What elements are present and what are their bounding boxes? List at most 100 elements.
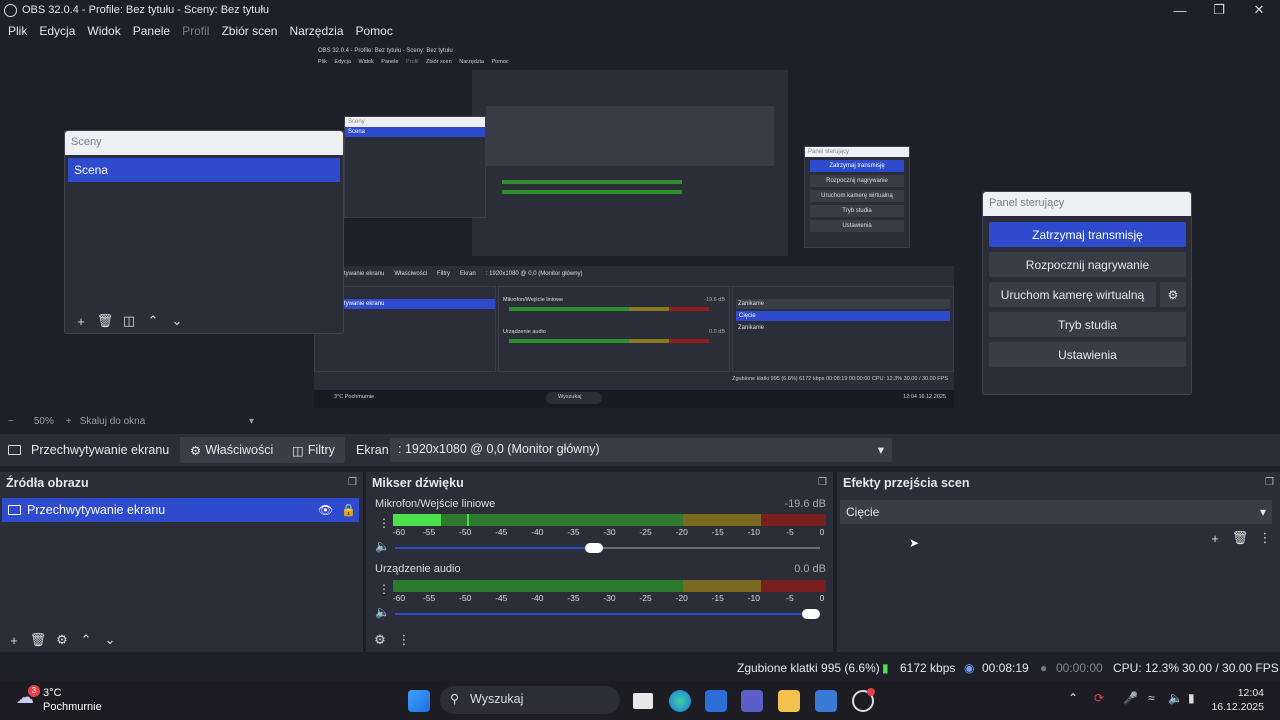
maximize-icon[interactable]: ❐	[1199, 0, 1239, 20]
stop-stream-button: Zatrzymaj transmisję	[989, 222, 1186, 247]
speaker-icon[interactable]: 🔈	[375, 605, 390, 619]
nested-scene-item: Scena	[345, 127, 485, 137]
volume-icon[interactable]: 🔈	[1168, 691, 1183, 705]
menu-edycja[interactable]: Edycja	[39, 24, 75, 38]
meter-tick-label: -60	[392, 527, 406, 537]
add-icon[interactable]: +	[1207, 530, 1223, 546]
source-item[interactable]: Przechwytywanie ekranu 👁 🔒	[2, 498, 359, 522]
signal-bars-icon: ▮	[882, 661, 889, 675]
nested-menu-item: Narzędzia	[459, 59, 484, 65]
menu-widok[interactable]: Widok	[87, 24, 120, 38]
transition-select-value: Cięcie	[846, 505, 880, 519]
nested-menu-item: Edycja	[334, 59, 351, 65]
trash-icon[interactable]: 🗑	[30, 632, 47, 648]
meter-tick-label: -25	[639, 527, 652, 537]
nested-stb-item: Ekran	[460, 271, 476, 277]
scenes-tools: + 🗑 ◫ ⌃ ⌄	[73, 313, 185, 329]
weather-desc[interactable]: Pochmurnie	[43, 701, 102, 713]
taskbar-clock[interactable]: 12:04 16.12.2025	[1211, 686, 1264, 714]
bitrate: 6172 kbps	[900, 661, 956, 675]
menu-narzedzia[interactable]: Narzędzia	[289, 24, 343, 38]
properties-button[interactable]: ⚙ Właściwości	[180, 437, 284, 463]
task-view-icon[interactable]	[633, 693, 653, 709]
taskbar-search[interactable]: ⚲ Wyszukaj	[440, 686, 620, 714]
meter-tick-label: 0	[819, 593, 825, 603]
trash-icon: 🗑	[96, 313, 114, 328]
meter-tick-label: -50	[459, 593, 472, 603]
battery-icon[interactable]: ▮	[1188, 691, 1195, 705]
nested-taskbar: 3°C Pochmurnie Wyszukaj 12:04 16.12.2025	[314, 390, 954, 408]
speaker-icon[interactable]: 🔈	[375, 539, 390, 553]
chevron-down-icon[interactable]: ▾	[249, 416, 254, 427]
minimize-icon[interactable]: —	[1160, 0, 1200, 20]
meter-peak	[466, 514, 469, 526]
edge-browser-icon[interactable]	[669, 690, 691, 712]
nested-mixer-ch1: Mikrofon/Wejście liniowe	[503, 297, 564, 303]
monitor-icon	[8, 445, 21, 455]
menu-zbior-scen[interactable]: Zbiór scen	[221, 24, 277, 38]
menu-pomoc[interactable]: Pomoc	[356, 24, 393, 38]
gear-icon[interactable]: ⚙	[54, 632, 70, 648]
window-title: OBS 32.0.4 - Profile: Bez tytułu - Sceny…	[22, 4, 270, 16]
arrow-up-icon: ⌃	[147, 313, 159, 328]
nested-deep-region	[486, 106, 774, 166]
menu-plik[interactable]: Plik	[8, 24, 27, 38]
meter-tick-label: -30	[603, 527, 616, 537]
eye-icon[interactable]: 👁	[318, 503, 333, 517]
menu-profil[interactable]: Profil	[182, 24, 209, 38]
meter-tick-label: -20	[675, 527, 688, 537]
more-options-icon[interactable]: ⋮	[378, 516, 390, 530]
filters-button[interactable]: ◫ Filtry	[282, 437, 345, 463]
gear-icon[interactable]: ⚙	[372, 632, 388, 648]
meter-tick-label: -15	[711, 593, 724, 603]
zoom-in-button[interactable]: +	[66, 416, 72, 427]
source-item-label: Przechwytywanie ekranu	[27, 503, 166, 517]
teams-icon[interactable]	[741, 690, 763, 712]
app-icon[interactable]	[815, 690, 837, 712]
transition-select[interactable]: Cięcie ▾	[840, 500, 1272, 524]
undock-icon[interactable]: ❐	[348, 477, 357, 488]
volume-slider[interactable]	[395, 609, 820, 619]
lock-icon[interactable]: 🔒	[341, 503, 356, 517]
wifi-icon[interactable]: ≈	[1148, 691, 1155, 705]
record-icon: ●	[1040, 661, 1048, 675]
volume-slider[interactable]	[395, 543, 820, 553]
windows-start-icon[interactable]	[408, 690, 430, 712]
studio-mode-button: Tryb studia	[989, 312, 1186, 337]
chevron-down-icon: ▾	[1259, 505, 1266, 519]
close-icon[interactable]: ✕	[1239, 0, 1279, 20]
zoom-mode[interactable]: Skaluj do okna	[80, 416, 146, 427]
more-options-icon[interactable]: ⋮	[378, 582, 390, 596]
sources-footer: + 🗑 ⚙ ⌃ ⌄	[0, 628, 363, 652]
mixer-channel-db: 0.0 dB	[794, 563, 826, 575]
volume-knob[interactable]	[585, 543, 604, 553]
meter-tick-label: -55	[422, 593, 436, 603]
more-options-icon[interactable]: ⋮	[396, 632, 412, 648]
filter-icon: ◫	[292, 443, 304, 458]
zoom-out-button[interactable]: −	[8, 416, 14, 427]
sync-icon[interactable]: ⟳	[1094, 691, 1104, 705]
microphone-icon[interactable]: 🎤	[1123, 691, 1138, 705]
settings-button: Ustawienia	[989, 342, 1186, 367]
meter-tick-label: -40	[531, 593, 544, 603]
screen-select[interactable]: : 1920x1080 @ 0,0 (Monitor główny) ▾	[390, 438, 892, 462]
undock-icon[interactable]: ❐	[818, 477, 827, 488]
menu-panele[interactable]: Panele	[133, 24, 170, 38]
more-options-icon[interactable]: ⋮	[1257, 530, 1273, 546]
preview-canvas[interactable]: OBS 32.0.4 - Profile: Bez tytułu - Sceny…	[0, 42, 1280, 412]
arrow-up-icon[interactable]: ⌃	[78, 632, 94, 648]
file-explorer-icon[interactable]	[778, 690, 800, 712]
arrow-down-icon[interactable]: ⌄	[102, 632, 118, 648]
trash-icon[interactable]: 🗑	[1232, 530, 1249, 546]
nested-deep-meter	[502, 180, 682, 184]
control-panel-window: Panel sterujący Zatrzymaj transmisję Roz…	[982, 191, 1192, 395]
store-icon[interactable]	[705, 690, 727, 712]
meter-tick-label: -40	[531, 527, 544, 537]
weather-temp[interactable]: 3°C	[43, 687, 61, 699]
chevron-up-icon[interactable]: ⌃	[1068, 691, 1078, 705]
volume-knob[interactable]	[802, 609, 820, 619]
add-icon[interactable]: +	[6, 632, 22, 648]
volume-fill	[395, 613, 820, 615]
arrow-down-icon: ⌄	[171, 313, 183, 328]
undock-icon[interactable]: ❐	[1265, 477, 1274, 488]
